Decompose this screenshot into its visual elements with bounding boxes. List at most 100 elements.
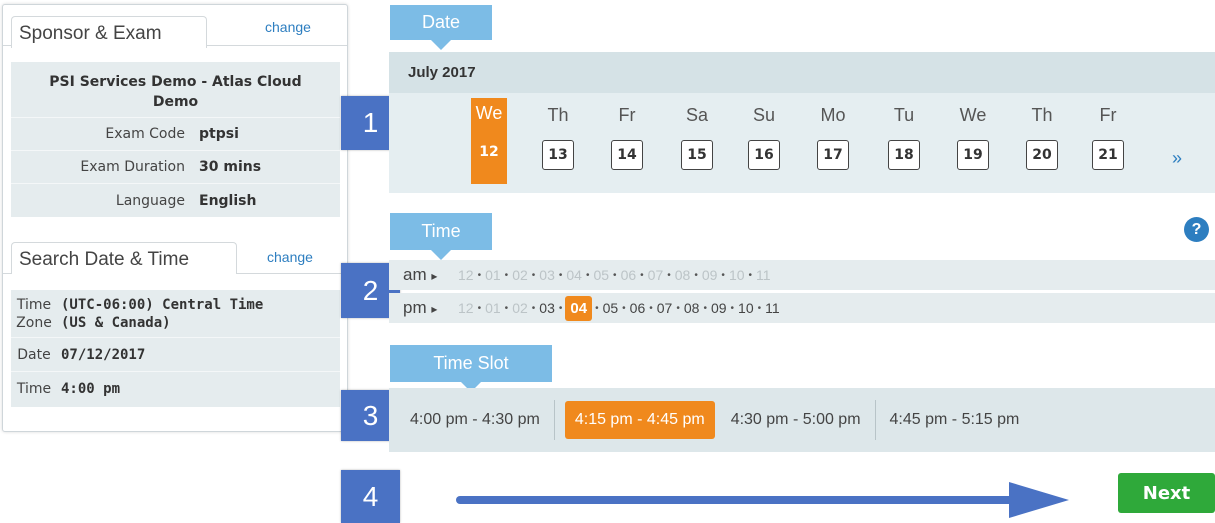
day-17[interactable]: Mo 17 [814,100,852,170]
pm-row: pm ▸ 12 • 01 • 02 • 03 • 04 • 05 • 06 • 07 • 08 • 09 • 10 • 11 [389,293,1215,323]
pm-hour-12: 12 [458,300,474,316]
day-name: We [959,105,987,125]
timezone-label-1: Time [16,297,52,313]
day-number: 20 [1026,140,1058,170]
day-21[interactable]: Fr 21 [1089,100,1127,170]
day-name: Su [752,105,776,125]
day-15[interactable]: Sa 15 [678,100,716,170]
day-name: Fr [1099,105,1117,125]
day-name: We [475,103,503,123]
day-12[interactable]: We 12 [471,98,507,184]
day-name: Tu [893,105,915,125]
time-slot-bar: 4:00 pm - 4:30 pm 4:15 pm - 4:45 pm 4:30 p… [389,388,1215,452]
hour-separator: • [640,269,644,281]
pm-hour-06[interactable]: 06 [629,300,647,316]
change-search-link[interactable]: change [267,249,313,265]
day-19[interactable]: We 19 [954,100,992,170]
hour-separator: • [703,302,707,314]
time-slot-option[interactable]: 4:15 pm - 4:45 pm [564,401,715,439]
help-icon[interactable]: ? [1184,217,1209,242]
hour-separator: • [676,302,680,314]
day-number: 19 [957,140,989,170]
next-button[interactable]: Next [1118,473,1215,513]
search-details: Time Zone (UTC-06:00) Central Time (US &… [11,290,340,407]
pm-hour-07[interactable]: 07 [656,300,674,316]
hour-separator: • [757,302,762,314]
hour-separator: • [694,269,698,281]
day-16[interactable]: Su 16 [745,100,783,170]
pm-label: pm ▸ [403,298,438,317]
exam-code-row: Exam Code ptpsi [11,118,340,151]
pm-hour-11[interactable]: 11 [764,300,781,316]
time-slot-option[interactable]: 4:00 pm - 4:30 pm [389,400,554,440]
am-hour-12: 12 [458,267,474,283]
am-hour-03: 03 [539,267,555,283]
date-value: 07/12/2017 [61,346,146,363]
sponsor-name: PSI Services Demo - Atlas Cloud Demo [11,62,340,118]
hour-separator: • [477,269,482,281]
day-number: 21 [1092,140,1124,170]
hour-separator: • [613,269,617,281]
language-label: Language [115,192,185,209]
pm-hour-01: 01 [485,300,501,316]
sponsor-exam-tab: Sponsor & Exam [11,16,207,48]
time-value: 4:00 pm [61,380,121,397]
pm-hour-05[interactable]: 05 [602,300,620,316]
pm-hour-09[interactable]: 09 [710,300,728,316]
hour-separator: • [558,302,563,314]
hour-separator: • [595,302,599,314]
exam-code-value: ptpsi [199,126,239,142]
day-name: Th [1031,105,1053,125]
language-row: Language English [11,184,340,217]
next-days-icon[interactable]: » [1172,148,1182,169]
day-number: 12 [479,144,499,160]
am-label: am ▸ [403,265,438,284]
day-number: 15 [681,140,713,170]
day-20[interactable]: Th 20 [1023,100,1061,170]
am-hour-06: 06 [620,267,637,283]
am-arrow-icon: ▸ [431,269,438,283]
am-hour-09: 09 [701,267,718,283]
am-hour-01: 01 [485,267,501,283]
day-number: 13 [542,140,574,170]
exam-duration-value: 30 mins [199,159,262,175]
hour-separator: • [531,302,536,314]
slot-divider [553,400,555,440]
day-18[interactable]: Tu 18 [885,100,923,170]
timezone-label-2: Zone [16,315,52,331]
search-date-time-title: Search Date & Time [19,249,190,270]
am-row: am ▸ 12 • 01 • 02 • 03 • 04 • 05 • 06 • 07 • 08 • 09 • 10 • 11 [389,260,1215,290]
hour-separator: • [721,269,725,281]
time-slot-option[interactable]: 4:30 pm - 5:00 pm [725,400,875,440]
date-label: Date [17,346,51,363]
hour-separator: • [504,302,509,314]
search-date-time-tab: Search Date & Time [11,242,237,274]
next-arrow-icon [456,482,1069,518]
day-name: Fr [618,105,636,125]
am-hour-04: 04 [566,267,582,283]
hour-separator: • [558,269,563,281]
timezone-value-1: (UTC-06:00) Central Time [61,297,264,313]
day-number: 18 [888,140,920,170]
hour-separator: • [622,302,626,314]
date-month-bar: July 2017 [389,52,1215,93]
change-sponsor-link[interactable]: change [265,19,311,35]
am-hour-08: 08 [674,267,691,283]
pm-arrow-icon: ▸ [431,302,438,316]
hour-separator: • [748,269,753,281]
date-picker: We 12 Th 13 Fr 14 Sa 15 Su 16 Mo 17 Tu 18 We 19 Th 20 Fr 21 [389,93,1215,193]
day-13[interactable]: Th 13 [539,100,577,170]
hour-separator: • [730,302,735,314]
pm-hour-04[interactable]: 04 [565,295,593,321]
timezone-value-2: (US & Canada) [61,315,171,331]
pm-hour-10[interactable]: 10 [737,300,755,316]
time-slot-option[interactable]: 4:45 pm - 5:15 pm [874,400,1034,440]
sponsor-exam-details: PSI Services Demo - Atlas Cloud Demo Exa… [11,62,340,217]
pm-hour-03[interactable]: 03 [538,300,556,316]
pm-hour-02: 02 [512,300,528,316]
pm-hour-08[interactable]: 08 [683,300,701,316]
day-number: 16 [748,140,780,170]
day-number: 14 [611,140,643,170]
day-number: 17 [817,140,849,170]
day-14[interactable]: Fr 14 [608,100,646,170]
